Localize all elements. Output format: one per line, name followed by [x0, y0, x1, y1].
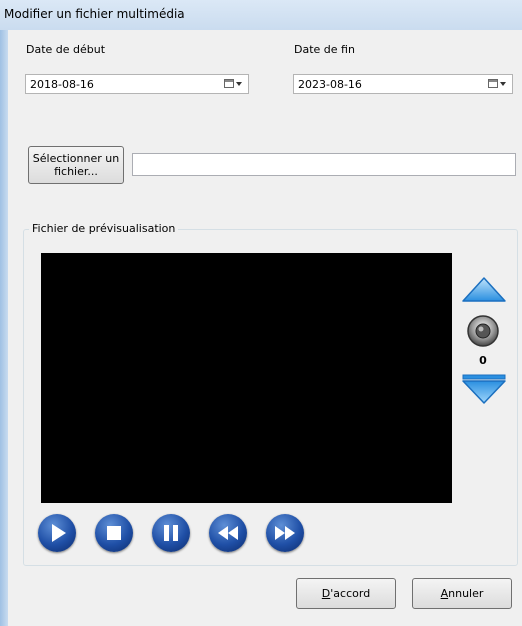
select-file-button[interactable]: Sélectionner un fichier...: [28, 146, 124, 184]
calendar-dropdown-icon[interactable]: [488, 79, 506, 90]
fast-forward-button[interactable]: [266, 514, 304, 552]
calendar-icon: [488, 79, 498, 88]
pause-icon: [164, 525, 178, 541]
volume-value: 0: [479, 354, 487, 367]
end-date-picker[interactable]: 2023-08-16: [293, 74, 513, 94]
rewind-button[interactable]: [209, 514, 247, 552]
end-date-label: Date de fin: [294, 43, 355, 56]
stop-icon: [107, 526, 121, 540]
pause-button[interactable]: [152, 514, 190, 552]
file-path-input[interactable]: [132, 153, 516, 176]
play-icon: [52, 524, 66, 542]
dialog-client-area: Date de début 2018-08-16 Date de fin 202…: [8, 30, 522, 626]
preview-group-title: Fichier de prévisualisation: [29, 222, 179, 235]
play-button[interactable]: [38, 514, 76, 552]
dialog-window: Modifier un fichier multimédia Date de d…: [0, 0, 522, 626]
fast-forward-icon: [275, 526, 295, 540]
volume-up-icon[interactable]: [460, 275, 508, 305]
cancel-accelerator: A: [440, 587, 449, 600]
chevron-down-icon: [236, 82, 242, 86]
chevron-down-icon: [500, 82, 506, 86]
ok-accelerator: D: [321, 587, 331, 600]
start-date-label: Date de début: [26, 43, 106, 56]
ok-button[interactable]: D'accord: [296, 578, 396, 609]
select-file-button-line2: fichier...: [54, 165, 98, 178]
end-date-value: 2023-08-16: [298, 78, 362, 91]
speaker-icon: [467, 315, 499, 347]
ok-label: 'accord: [330, 587, 371, 600]
start-date-picker[interactable]: 2018-08-16: [25, 74, 249, 94]
stop-button[interactable]: [95, 514, 133, 552]
title-bar[interactable]: Modifier un fichier multimédia: [0, 0, 522, 30]
video-preview-area[interactable]: [41, 253, 452, 503]
calendar-icon: [224, 79, 234, 88]
start-date-value: 2018-08-16: [30, 78, 94, 91]
select-file-button-line1: Sélectionner un: [32, 152, 120, 165]
window-title: Modifier un fichier multimédia: [4, 7, 185, 21]
window-left-edge: [0, 0, 8, 626]
rewind-icon: [218, 526, 238, 540]
cancel-button[interactable]: Annuler: [412, 578, 512, 609]
calendar-dropdown-icon[interactable]: [224, 79, 242, 90]
cancel-label: nnuler: [448, 587, 484, 600]
volume-down-icon[interactable]: [460, 372, 508, 406]
